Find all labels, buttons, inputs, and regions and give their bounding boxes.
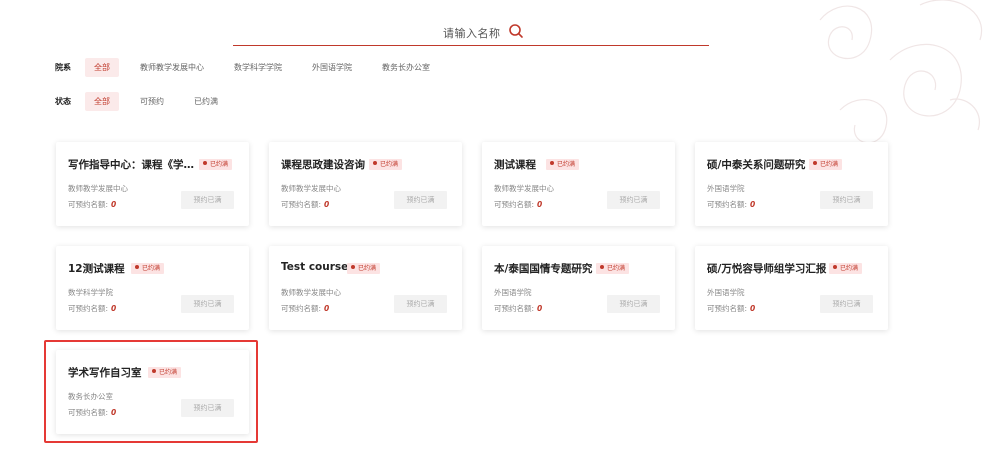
- book-button[interactable]: 预约已满: [394, 191, 447, 209]
- status-dot-icon: [203, 161, 207, 165]
- book-button[interactable]: 预约已满: [181, 191, 234, 209]
- course-dept: 外国语学院: [707, 288, 745, 297]
- status-badge: 已约满: [809, 159, 843, 170]
- course-dept: 教师教学发展中心: [281, 184, 341, 193]
- course-title: 本/泰国国情专题研究: [494, 263, 593, 275]
- course-title: Test course: [281, 261, 349, 273]
- course-dept: 教师教学发展中心: [281, 288, 341, 297]
- course-card[interactable]: 12测试课程 已约满 数学科学学院 可预约名额: 0 预约已满: [56, 246, 249, 330]
- status-badge: 已约满: [369, 159, 403, 170]
- status-filter: 状态 全部 可预约 已约满: [55, 92, 239, 111]
- status-badge: 已约满: [596, 263, 630, 274]
- course-title: 硕/中泰关系问题研究: [707, 159, 806, 171]
- status-dot-icon: [813, 161, 817, 165]
- course-title: 硕/万悦容导师组学习汇报: [707, 263, 827, 275]
- cloud-decoration: [819, 0, 983, 144]
- course-card[interactable]: 课程思政建设咨询 已约满 教师教学发展中心 可预约名额: 0 预约已满: [269, 142, 462, 226]
- status-badge: 已约满: [347, 263, 381, 274]
- book-button[interactable]: 预约已满: [181, 295, 234, 313]
- course-card[interactable]: 写作指导中心：课程《学… 已约满 教师教学发展中心 可预约名额: 0 预约已满: [56, 142, 249, 226]
- course-quota: 可预约名额: 0: [707, 200, 756, 209]
- dept-option-teacher-center[interactable]: 教师教学发展中心: [131, 58, 213, 77]
- status-dot-icon: [833, 265, 837, 269]
- course-title: 12测试课程: [68, 263, 125, 275]
- selection-highlight: [44, 340, 258, 443]
- dept-filter-label: 院系: [55, 63, 71, 72]
- course-card[interactable]: 硕/万悦容导师组学习汇报 已约满 外国语学院 可预约名额: 0 预约已满: [695, 246, 888, 330]
- course-dept: 教师教学发展中心: [494, 184, 554, 193]
- status-dot-icon: [351, 265, 355, 269]
- course-card[interactable]: Test course 已约满 教师教学发展中心 可预约名额: 0 预约已满: [269, 246, 462, 330]
- course-quota: 可预约名额: 0: [68, 304, 117, 313]
- dept-filter: 院系 全部 教师教学发展中心 数学科学学院 外国语学院 教务长办公室: [55, 58, 451, 77]
- status-badge: 已约满: [131, 263, 165, 274]
- status-badge: 已约满: [546, 159, 580, 170]
- status-dot-icon: [600, 265, 604, 269]
- search-input[interactable]: 请输入名称: [443, 25, 501, 41]
- dept-option-all[interactable]: 全部: [85, 58, 119, 77]
- course-dept: 外国语学院: [707, 184, 745, 193]
- course-title: 测试课程: [494, 159, 536, 171]
- search-icon[interactable]: [508, 23, 524, 39]
- course-dept: 外国语学院: [494, 288, 532, 297]
- status-option-available[interactable]: 可预约: [131, 92, 173, 111]
- status-dot-icon: [373, 161, 377, 165]
- course-dept: 教师教学发展中心: [68, 184, 128, 193]
- book-button[interactable]: 预约已满: [607, 295, 660, 313]
- status-option-full[interactable]: 已约满: [185, 92, 227, 111]
- book-button[interactable]: 预约已满: [607, 191, 660, 209]
- dept-option-foreign-lang[interactable]: 外国语学院: [303, 58, 361, 77]
- course-card[interactable]: 测试课程 已约满 教师教学发展中心 可预约名额: 0 预约已满: [482, 142, 675, 226]
- course-quota: 可预约名额: 0: [281, 200, 330, 209]
- course-card[interactable]: 本/泰国国情专题研究 已约满 外国语学院 可预约名额: 0 预约已满: [482, 246, 675, 330]
- course-quota: 可预约名额: 0: [494, 304, 543, 313]
- book-button[interactable]: 预约已满: [820, 295, 873, 313]
- course-quota: 可预约名额: 0: [281, 304, 330, 313]
- dept-option-provost-office[interactable]: 教务长办公室: [373, 58, 439, 77]
- status-dot-icon: [135, 265, 139, 269]
- course-quota: 可预约名额: 0: [494, 200, 543, 209]
- status-badge: 已约满: [199, 159, 233, 170]
- status-badge: 已约满: [829, 263, 863, 274]
- search-bar[interactable]: 请输入名称: [233, 20, 709, 46]
- dept-option-math[interactable]: 数学科学学院: [225, 58, 291, 77]
- course-dept: 数学科学学院: [68, 288, 113, 297]
- book-button[interactable]: 预约已满: [394, 295, 447, 313]
- course-quota: 可预约名额: 0: [707, 304, 756, 313]
- status-option-all[interactable]: 全部: [85, 92, 119, 111]
- course-card[interactable]: 硕/中泰关系问题研究 已约满 外国语学院 可预约名额: 0 预约已满: [695, 142, 888, 226]
- course-title: 写作指导中心：课程《学…: [68, 159, 194, 171]
- status-filter-label: 状态: [55, 97, 71, 106]
- book-button[interactable]: 预约已满: [820, 191, 873, 209]
- status-dot-icon: [550, 161, 554, 165]
- course-title: 课程思政建设咨询: [281, 159, 365, 171]
- course-quota: 可预约名额: 0: [68, 200, 117, 209]
